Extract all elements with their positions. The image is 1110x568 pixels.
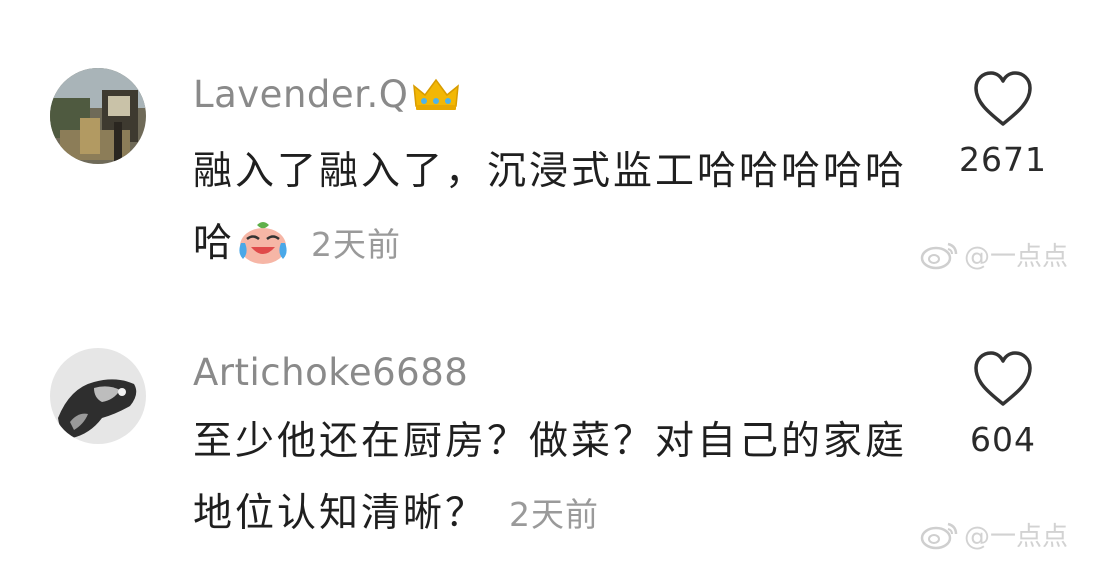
weibo-watermark: @一点点 bbox=[920, 236, 1068, 272]
comment-item: Lavender.Q 融入了融入了，沉浸式监工哈哈哈哈哈哈 2天前 2671 @… bbox=[0, 0, 1110, 284]
crown-icon bbox=[413, 78, 460, 110]
like-button[interactable]: 604 bbox=[958, 350, 1048, 459]
like-count: 604 bbox=[970, 420, 1036, 459]
like-count: 2671 bbox=[959, 140, 1047, 179]
user-avatar[interactable] bbox=[50, 68, 146, 164]
comment-text: 至少他还在厨房？做菜？对自己的家庭地位认知清晰？ 2天前 bbox=[193, 406, 913, 551]
username-text: Lavender.Q bbox=[193, 73, 409, 116]
heart-icon[interactable] bbox=[972, 70, 1034, 128]
comment-timestamp: 2天前 bbox=[509, 495, 600, 534]
weibo-icon bbox=[920, 522, 958, 550]
comment-timestamp: 2天前 bbox=[311, 225, 402, 264]
heart-icon[interactable] bbox=[972, 350, 1034, 408]
comment-username[interactable]: Artichoke6688 bbox=[193, 354, 468, 391]
comment-text: 融入了融入了，沉浸式监工哈哈哈哈哈哈 2天前 bbox=[193, 136, 913, 281]
watermark-text: @一点点 bbox=[964, 241, 1069, 272]
comment-body: 融入了融入了，沉浸式监工哈哈哈哈哈哈 bbox=[193, 149, 908, 266]
comment-item: Artichoke6688 至少他还在厨房？做菜？对自己的家庭地位认知清晰？ 2天… bbox=[0, 284, 1110, 568]
weibo-watermark: @一点点 bbox=[920, 516, 1068, 552]
crying-laughing-emoji-icon bbox=[239, 221, 287, 264]
like-button[interactable]: 2671 bbox=[958, 70, 1048, 179]
watermark-text: @一点点 bbox=[964, 521, 1069, 552]
weibo-icon bbox=[920, 242, 958, 270]
username-text: Artichoke6688 bbox=[193, 351, 469, 394]
user-avatar[interactable] bbox=[50, 348, 146, 444]
comment-username[interactable]: Lavender.Q bbox=[193, 76, 460, 115]
